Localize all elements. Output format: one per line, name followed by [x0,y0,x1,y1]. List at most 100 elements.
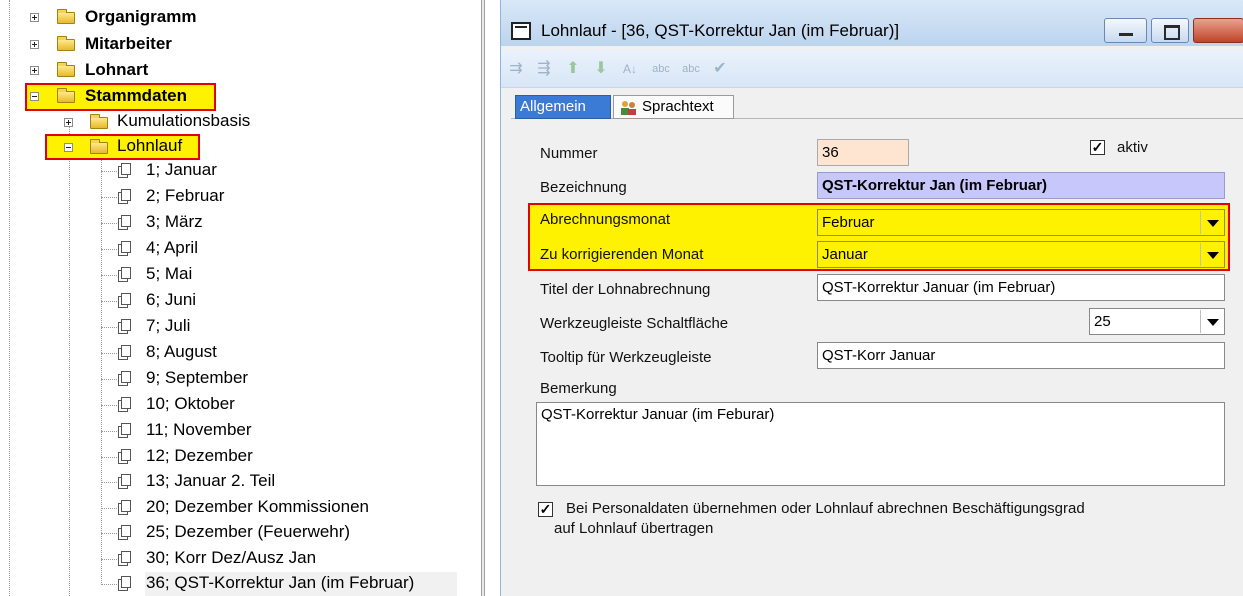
sort-az-icon[interactable]: A↓ [619,58,641,80]
folder-icon [90,139,108,154]
lohnlauf-item-label: 6; Juni [146,290,197,309]
abrechnungsmonat-label: Abrechnungsmonat [540,211,671,228]
window-title: Lohnlauf - [36, QST-Korrektur Jan (im Fe… [541,21,900,40]
tree-node-lohnlauf[interactable]: Lohnlauf [117,136,182,156]
document-icon [118,449,132,464]
bemerkung-label: Bemerkung [540,380,617,397]
schaltflaeche-label: Werkzeugleiste Schaltfläche [540,315,729,332]
document-icon [118,241,132,256]
toolbar: ⇉ ⇶ ⬆ ⬇ A↓ abc abc ✔ [501,50,1243,88]
tab-sprachtext[interactable]: Sprachtext [613,95,734,119]
aktiv-label: aktiv [1117,139,1148,156]
document-icon [118,500,132,515]
document-icon [118,163,132,178]
folder-icon [57,36,75,51]
expand-organigramm-icon[interactable] [30,13,39,22]
tree-node-lohnart[interactable]: Lohnart [85,60,148,80]
document-icon [118,319,132,334]
abrechnungsmonat-value: Februar [822,214,875,231]
clear-icon[interactable]: ✔ [709,58,731,80]
document-icon [118,525,132,540]
maximize-button[interactable] [1151,18,1189,43]
document-icon [118,215,132,230]
lohnlauf-item-label: 12; Dezember [146,446,253,465]
lohnlauf-item-label: 36; QST-Korrektur Jan (im Februar) [146,573,415,592]
delete-row-icon[interactable]: ⇶ [533,58,555,80]
window-titlebar[interactable]: Lohnlauf - [36, QST-Korrektur Jan (im Fe… [501,0,1243,46]
tooltip-field[interactable]: QST-Korr Januar [817,342,1225,369]
korrektur-monat-value: Januar [822,246,868,263]
document-icon [118,474,132,489]
aktiv-checkbox[interactable]: ✓ [1090,140,1105,155]
chevron-down-icon[interactable] [1200,243,1223,266]
lohnlauf-item-label: 11; November [146,420,252,439]
personaldaten-checkbox[interactable]: ✓ [538,502,553,517]
lohnlauf-item-label: 30; Korr Dez/Ausz Jan [146,548,317,567]
pane-splitter[interactable] [481,0,485,596]
schaltflaeche-value: 25 [1094,313,1111,330]
move-up-icon[interactable]: ⬆ [563,58,583,80]
expand-mitarbeiter-icon[interactable] [30,40,39,49]
expand-lohnart-icon[interactable] [30,66,39,75]
folder-icon [57,88,75,103]
bezeichnung-label: Bezeichnung [540,179,627,196]
close-button[interactable] [1193,18,1243,43]
abrechnungsmonat-select[interactable]: Februar [817,209,1225,236]
lohnlauf-item-label: 10; Oktober [146,394,235,413]
nummer-field[interactable]: 36 [817,139,909,166]
document-icon [118,293,132,308]
window-app-icon [511,22,531,40]
tree-guide-line [69,120,70,596]
tree-guide-line [101,155,102,585]
tooltip-label: Tooltip für Werkzeugleiste [540,349,712,366]
people-icon [621,101,636,115]
collapse-stammdaten-icon[interactable] [30,92,39,101]
tree-node-stammdaten[interactable]: Stammdaten [85,86,187,106]
folder-icon [57,9,75,24]
lohnlauf-item-label: 7; Juli [146,316,191,335]
titel-field[interactable]: QST-Korrektur Januar (im Februar) [817,274,1225,301]
nummer-label: Nummer [540,145,598,162]
chevron-down-icon[interactable] [1200,310,1223,333]
korrektur-monat-label: Zu korrigierenden Monat [540,246,704,263]
insert-row-icon[interactable]: ⇉ [505,58,527,80]
lohnlauf-item-label: 1; Januar [146,160,217,179]
bezeichnung-field[interactable]: QST-Korrektur Jan (im Februar) [817,172,1225,199]
lohnlauf-item-label: 4; April [146,238,198,257]
minimize-button[interactable] [1104,18,1147,43]
move-down-icon[interactable]: ⬇ [591,58,611,80]
korrektur-monat-select[interactable]: Januar [817,241,1225,268]
tab-sprachtext-label: Sprachtext [642,98,714,115]
tab-allgemein[interactable]: Allgemein [515,95,611,119]
document-icon [118,423,132,438]
lohnlauf-item-label: 25; Dezember (Feuerwehr) [146,522,351,541]
lohnlauf-item-label: 2; Februar [146,186,225,205]
navigation-tree: Organigramm Mitarbeiter Lohnart Stammdat… [0,0,470,596]
bemerkung-textarea[interactable]: QST-Korrektur Januar (im Feburar) [536,402,1225,486]
document-icon [118,551,132,566]
folder-icon [57,62,75,77]
lohnlauf-item-label: 9; September [146,368,249,387]
document-icon [118,267,132,282]
expand-kumulationsbasis-icon[interactable] [64,118,73,127]
tree-node-mitarbeiter[interactable]: Mitarbeiter [85,34,172,54]
lohnlauf-item-label: 8; August [146,342,217,361]
folder-icon [90,114,108,129]
lohnlauf-item-label: 20; Dezember Kommissionen [146,497,369,516]
titel-label: Titel der Lohnabrechnung [540,281,711,298]
tree-node-kumulationsbasis[interactable]: Kumulationsbasis [117,111,250,131]
schaltflaeche-select[interactable]: 25 [1089,308,1225,335]
document-icon [118,576,132,591]
collapse-lohnlauf-icon[interactable] [64,143,73,152]
lohnlauf-item-label: 5; Mai [146,264,193,283]
personaldaten-label-line1: Bei Personaldaten übernehmen oder Lohnla… [566,500,1085,517]
spellcheck-save-icon[interactable]: abc [679,58,703,80]
spellcheck-icon[interactable]: abc [649,58,673,80]
document-icon [118,397,132,412]
personaldaten-label-line2: auf Lohnlauf übertragen [554,520,714,537]
lohnlauf-item-label: 13; Januar 2. Teil [146,471,276,490]
chevron-down-icon[interactable] [1200,211,1223,234]
tree-node-organigramm[interactable]: Organigramm [85,7,196,27]
tree-guide-line [9,0,10,596]
document-icon [118,189,132,204]
